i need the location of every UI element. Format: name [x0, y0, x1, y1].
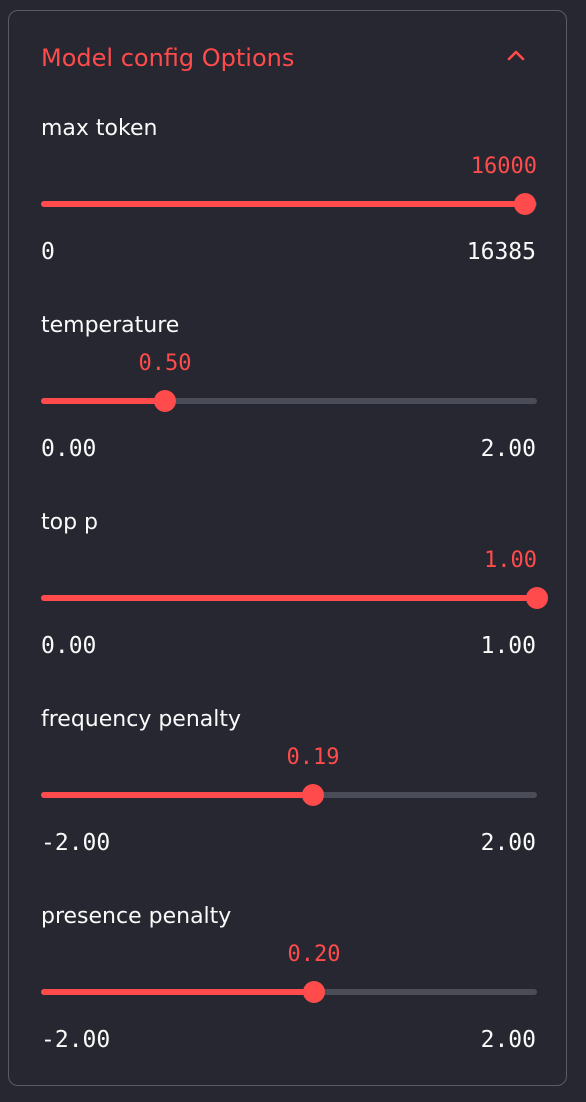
slider-track-fill: [41, 792, 313, 798]
slider-thumb[interactable]: [154, 390, 176, 412]
slider-top-p: top p 1.00 0.00 1.00: [9, 508, 566, 698]
slider-min-label: 0.00: [41, 633, 97, 659]
slider-thumb[interactable]: [526, 587, 548, 609]
slider-max-label: 1.00: [480, 633, 536, 659]
slider-frequency-penalty: frequency penalty 0.19 -2.00 2.00: [9, 705, 566, 895]
slider-track-fill: [41, 398, 165, 404]
slider-track-fill: [41, 989, 314, 995]
slider-thumb[interactable]: [302, 784, 324, 806]
slider-presence-penalty: presence penalty 0.20 -2.00 2.00: [9, 902, 566, 1092]
slider-label: presence penalty: [41, 904, 232, 929]
slider-thumb[interactable]: [303, 981, 325, 1003]
slider-min-label: 0.00: [41, 436, 97, 462]
model-config-expander: Model config Options max token 16000 0 1…: [8, 10, 567, 1086]
slider-min-label: -2.00: [41, 830, 111, 856]
slider-value: 0.19: [286, 745, 340, 770]
slider-min-label: 0: [41, 239, 55, 265]
slider-track[interactable]: 0.20: [41, 942, 537, 1003]
slider-label: temperature: [41, 313, 180, 338]
chevron-up-icon[interactable]: [504, 44, 528, 68]
slider-max-label: 2.00: [480, 830, 536, 856]
slider-track-fill: [41, 201, 525, 207]
slider-label: frequency penalty: [41, 707, 242, 732]
slider-min-label: -2.00: [41, 1027, 111, 1053]
slider-value: 1.00: [484, 548, 537, 573]
slider-value: 0.50: [138, 351, 192, 376]
slider-max-token: max token 16000 0 16385: [9, 114, 566, 304]
slider-max-label: 2.00: [480, 436, 536, 462]
expander-header[interactable]: Model config Options: [9, 11, 566, 107]
slider-max-label: 16385: [466, 239, 536, 265]
slider-track[interactable]: 1.00: [41, 548, 548, 609]
slider-label: top p: [41, 510, 99, 535]
slider-thumb[interactable]: [514, 193, 536, 215]
slider-track[interactable]: 0.50: [41, 351, 537, 412]
slider-temperature: temperature 0.50 0.00 2.00: [9, 311, 566, 501]
slider-track-fill: [41, 595, 537, 601]
slider-value: 16000: [470, 154, 537, 179]
slider-label: max token: [41, 116, 158, 141]
slider-track[interactable]: 16000: [41, 154, 537, 215]
slider-track[interactable]: 0.19: [41, 745, 537, 806]
slider-value: 0.20: [287, 942, 341, 967]
expander-title: Model config Options: [41, 44, 295, 72]
slider-max-label: 2.00: [480, 1027, 536, 1053]
